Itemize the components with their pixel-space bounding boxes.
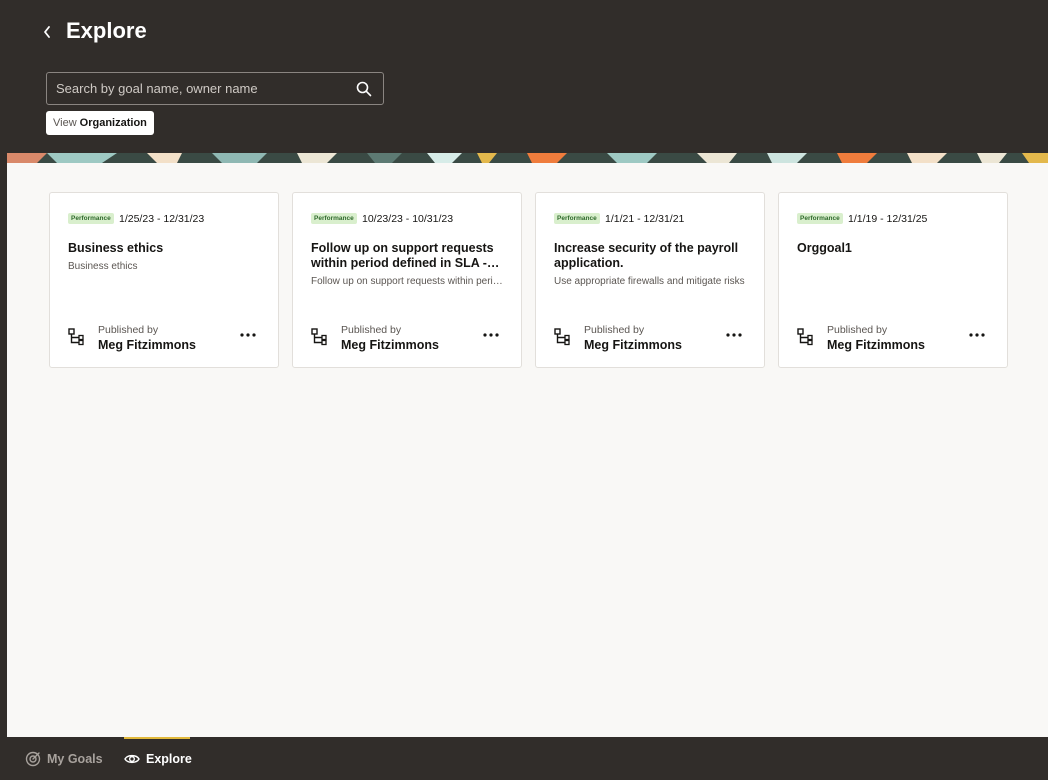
hierarchy-icon xyxy=(797,328,813,346)
publisher-name: Meg Fitzimmons xyxy=(584,338,682,352)
more-icon xyxy=(969,333,985,337)
search-input[interactable] xyxy=(47,73,345,104)
goal-dates: 1/25/23 - 12/31/23 xyxy=(119,213,205,225)
more-icon xyxy=(726,333,742,337)
view-organization-filter[interactable]: View Organization xyxy=(46,111,154,135)
goal-description: Follow up on support requests within per… xyxy=(311,276,507,287)
search-box[interactable] xyxy=(46,72,384,105)
published-by-label: Published by xyxy=(341,324,402,336)
goal-type-badge: Performance xyxy=(554,213,600,224)
view-filter-label: View xyxy=(53,117,77,129)
tab-explore[interactable]: Explore xyxy=(124,737,192,780)
target-icon xyxy=(25,751,41,767)
page-title: Explore xyxy=(66,18,147,43)
goal-title: Follow up on support requests within per… xyxy=(311,241,494,270)
published-by-label: Published by xyxy=(98,324,159,336)
publisher-name: Meg Fitzimmons xyxy=(341,338,439,352)
more-actions-button[interactable] xyxy=(965,327,989,343)
publisher-name: Meg Fitzimmons xyxy=(827,338,925,352)
goal-title: Business ethics xyxy=(68,241,164,255)
search-button[interactable] xyxy=(345,73,383,104)
goal-cards-list: Performance 1/25/23 - 12/31/23 Business … xyxy=(49,192,1008,368)
goal-dates: 1/1/19 - 12/31/25 xyxy=(848,213,928,225)
active-tab-indicator xyxy=(124,737,190,739)
goal-description: Use appropriate firewalls and mitigate r… xyxy=(554,276,745,287)
eye-icon xyxy=(124,751,140,767)
more-actions-button[interactable] xyxy=(722,327,746,343)
goal-type-badge: Performance xyxy=(797,213,843,224)
goal-card[interactable]: Performance 1/1/21 - 12/31/21 Increase s… xyxy=(535,192,765,368)
hierarchy-icon xyxy=(68,328,84,346)
goal-title: Orggoal1 xyxy=(797,241,852,255)
goal-card[interactable]: Performance 10/23/23 - 10/31/23 Follow u… xyxy=(292,192,522,368)
goal-card[interactable]: Performance 1/25/23 - 12/31/23 Business … xyxy=(49,192,279,368)
hierarchy-icon xyxy=(554,328,570,346)
chevron-left-icon xyxy=(44,26,50,38)
hierarchy-icon xyxy=(311,328,327,346)
back-button[interactable] xyxy=(36,20,58,44)
tab-label: My Goals xyxy=(47,751,103,766)
tab-label: Explore xyxy=(146,751,192,766)
goal-type-badge: Performance xyxy=(68,213,114,224)
goal-type-badge: Performance xyxy=(311,213,357,224)
publisher-name: Meg Fitzimmons xyxy=(98,338,196,352)
goal-title: Increase security of the payroll applica… xyxy=(554,241,739,270)
bottom-navigation: My Goals Explore xyxy=(7,737,1048,780)
published-by-label: Published by xyxy=(584,324,645,336)
tab-my-goals[interactable]: My Goals xyxy=(25,737,103,780)
search-icon xyxy=(356,81,372,96)
goal-dates: 10/23/23 - 10/31/23 xyxy=(362,213,454,225)
main-content: Performance 1/25/23 - 12/31/23 Business … xyxy=(7,153,1048,737)
goal-dates: 1/1/21 - 12/31/21 xyxy=(605,213,685,225)
more-icon xyxy=(240,333,256,337)
more-icon xyxy=(483,333,499,337)
goal-card[interactable]: Performance 1/1/19 - 12/31/25 Orggoal1 P… xyxy=(778,192,1008,368)
published-by-label: Published by xyxy=(827,324,888,336)
decorative-banner xyxy=(7,153,1048,163)
more-actions-button[interactable] xyxy=(236,327,260,343)
goal-description: Business ethics xyxy=(68,261,138,272)
view-filter-value: Organization xyxy=(79,117,147,129)
more-actions-button[interactable] xyxy=(479,327,503,343)
